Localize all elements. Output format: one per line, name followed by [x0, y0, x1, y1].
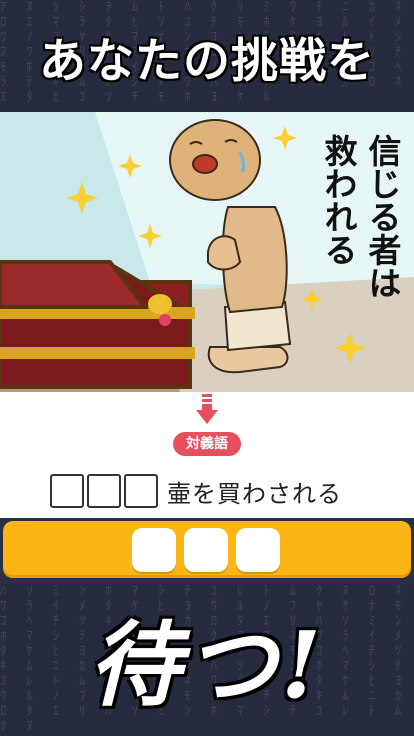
- treasure-chest: [0, 260, 195, 389]
- question-sentence: 壷を買わされる: [50, 473, 342, 509]
- answer-slot[interactable]: [184, 528, 228, 572]
- wait-banner: 待つ!: [88, 611, 326, 719]
- headline-title: あなたの挑戦を: [39, 34, 375, 89]
- answer-slot[interactable]: [132, 528, 176, 572]
- answer-slot[interactable]: [236, 528, 280, 572]
- answer-bar: [3, 521, 411, 578]
- caption-line-2: 救われる: [319, 134, 358, 266]
- question-blank-box: [124, 474, 158, 508]
- quiz-illustration: 信じる者は 救われる: [0, 112, 414, 392]
- question-blank-box: [87, 474, 121, 508]
- question-panel: 対義語 壷を買わされる: [0, 392, 414, 518]
- caption-line-1: 信じる者は: [363, 134, 402, 299]
- antonym-tag: 対義語: [173, 432, 241, 456]
- arrow-down-icon: [196, 394, 218, 424]
- question-blank-box: [50, 474, 84, 508]
- question-text: 壷を買わされる: [167, 479, 342, 508]
